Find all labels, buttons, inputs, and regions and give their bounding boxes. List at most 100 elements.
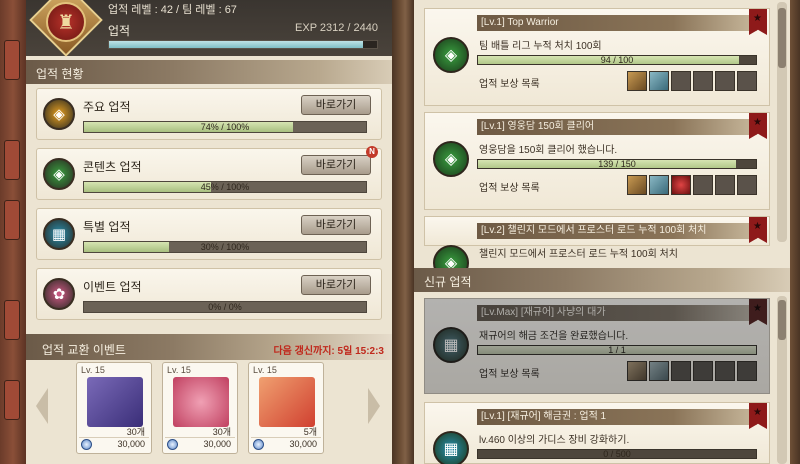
new-badge: N (366, 146, 378, 158)
scroll-thumb[interactable] (778, 8, 786, 68)
star-icon: ★ (753, 13, 762, 24)
achievement-card[interactable]: [Lv.Max] [재규어] 사냥의 대가 ★ ▦ 재규어의 해금 조건을 완료했습니… (424, 298, 770, 394)
goto-button[interactable]: 바로가기 (301, 215, 371, 235)
achievement-title: 업적 (108, 24, 131, 38)
window-frame-right (790, 0, 800, 464)
achievement-emblem-icon: ♜ (46, 2, 86, 42)
reward-slots (627, 175, 757, 195)
exp-bar (108, 40, 378, 49)
achievement-description: 챌린지 모드에서 프로스터 로드 누적 100회 처치 (479, 249, 678, 260)
bookmark-ribbon-icon[interactable]: ★ (749, 113, 767, 139)
item-price: 30,000 (203, 439, 231, 449)
achievement-card[interactable]: [Lv.1] [재규어] 해금권 : 업적 1 ★ ▦ lv.460 이상의 가디스 … (424, 402, 770, 464)
new-achievements-header: 신규 업적 (414, 268, 790, 292)
achievement-icon: ◈ (433, 141, 469, 177)
reward-slot[interactable] (649, 361, 669, 381)
reward-slot[interactable] (671, 175, 691, 195)
achievement-description: lv.460 이상의 가디스 장비 강화하기. (479, 435, 630, 446)
next-arrow-icon[interactable] (368, 388, 380, 424)
reward-slot[interactable] (627, 361, 647, 381)
price-bar: 30,000 (79, 437, 149, 451)
achievement-title: [Lv.1] Top Warrior (477, 15, 757, 31)
reward-list-label: 업적 보상 목록 (479, 183, 540, 194)
achievement-description: 영웅담을 150회 클리어 했습니다. (479, 145, 618, 156)
item-level: Lv. 15 (253, 365, 277, 375)
reward-slot[interactable] (649, 175, 669, 195)
exchange-title: 업적 교환 이벤트 (42, 343, 126, 357)
scroll-thumb[interactable] (778, 300, 786, 340)
goto-button[interactable]: 바로가기 (301, 95, 371, 115)
category-name: 이벤트 업적 (83, 280, 142, 294)
category-progress-text: 30% / 100% (200, 242, 250, 252)
exchange-item[interactable]: Lv. 15 30개 30,000 (162, 362, 238, 454)
ticket-icon (87, 377, 143, 427)
achievement-scrollbar[interactable] (777, 2, 787, 242)
achievement-icon: ◈ (433, 37, 469, 73)
reward-slot[interactable] (627, 71, 647, 91)
category-name: 콘텐츠 업적 (83, 160, 142, 174)
coin-icon (81, 439, 92, 450)
reward-slot[interactable] (627, 175, 647, 195)
achievement-title: [Lv.1] [재규어] 해금권 : 업적 1 (477, 409, 757, 425)
achievement-card[interactable]: [Lv.2] 챌린지 모드에서 프로스터 로드 누적 100회 처치 ★ ◈ 챌린지 … (424, 216, 770, 281)
exchange-item[interactable]: Lv. 15 30개 30,000 (76, 362, 152, 454)
goto-button[interactable]: 바로가기 (301, 155, 371, 175)
category-card: ▦ 특별 업적 바로가기 30% / 100% (36, 208, 382, 260)
item-price: 30,000 (117, 439, 145, 449)
reward-slot[interactable] (671, 361, 691, 381)
reward-slot[interactable] (715, 175, 735, 195)
new-scrollbar[interactable] (777, 296, 787, 464)
gift-icon: ▦ (43, 218, 75, 250)
reward-list-label: 업적 보상 목록 (479, 79, 540, 90)
category-name: 주요 업적 (83, 100, 131, 114)
reward-slot[interactable] (693, 361, 713, 381)
category-progress-text: 0% / 0% (208, 302, 242, 312)
panel-divider (392, 0, 414, 464)
reward-slot[interactable] (737, 175, 757, 195)
star-icon: ★ (753, 407, 762, 418)
achievement-title: [Lv.Max] [재규어] 사냥의 대가 (477, 305, 757, 321)
coin-icon (167, 439, 178, 450)
level-info: 업적 레벨 : 42 / 팀 레벨 : 67 (108, 4, 237, 16)
achievement-title: [Lv.1] 영웅담 150회 클리어 (477, 119, 757, 135)
reward-slot[interactable] (671, 71, 691, 91)
ribbon-icon: ✿ (43, 278, 75, 310)
item-level: Lv. 15 (167, 365, 191, 375)
bookmark-ribbon-icon[interactable]: ★ (749, 217, 767, 243)
refresh-timer: 다음 갱신까지: 5일 15:2:3 (273, 346, 384, 357)
exchange-header: 업적 교환 이벤트 다음 갱신까지: 5일 15:2:3 (26, 334, 392, 360)
price-bar: 30,000 (251, 437, 321, 451)
star-icon: ★ (753, 221, 762, 232)
reward-slot[interactable] (693, 175, 713, 195)
window-frame-left (0, 0, 26, 464)
achievement-progress-text: 94 / 100 (600, 55, 634, 65)
category-card: ✿ 이벤트 업적 바로가기 0% / 0% (36, 268, 382, 320)
prev-arrow-icon[interactable] (36, 388, 48, 424)
bookmark-ribbon-icon[interactable]: ★ (749, 299, 767, 325)
category-card: ◈ 주요 업적 바로가기 74% / 100% (36, 88, 382, 140)
frame-decoration (4, 140, 20, 180)
category-progress-text: 45% / 100% (200, 182, 250, 192)
exp-text: EXP 2312 / 2440 (295, 22, 378, 34)
reward-slots (627, 361, 757, 381)
item-level: Lv. 15 (81, 365, 105, 375)
bookmark-ribbon-icon[interactable]: ★ (749, 403, 767, 429)
achievement-card[interactable]: [Lv.1] 영웅담 150회 클리어 ★ ◈ 영웅담을 150회 클리어 했습니다.… (424, 112, 770, 210)
reward-slot[interactable] (715, 361, 735, 381)
achievement-card[interactable]: [Lv.1] Top Warrior ★ ◈ 팀 배틀 리그 누적 처치 100회 94… (424, 8, 770, 106)
profile-header: ♜ 업적 레벨 : 42 / 팀 레벨 : 67 업적 EXP 2312 / 2… (26, 0, 392, 57)
exchange-item[interactable]: Lv. 15 5개 30,000 (248, 362, 324, 454)
goto-button[interactable]: 바로가기 (301, 275, 371, 295)
reward-slot[interactable] (715, 71, 735, 91)
bookmark-ribbon-icon[interactable]: ★ (749, 9, 767, 35)
achievement-icon: ▦ (433, 327, 469, 363)
frame-decoration (4, 200, 20, 240)
reward-slot[interactable] (693, 71, 713, 91)
frame-decoration (4, 300, 20, 340)
star-icon: ★ (753, 117, 762, 128)
category-card: ◈ 콘텐츠 업적 바로가기 N 45% / 100% (36, 146, 382, 200)
achievement-description: 재규어의 해금 조건을 완료했습니다. (479, 331, 629, 342)
reward-slot[interactable] (737, 361, 757, 381)
reward-slot[interactable] (737, 71, 757, 91)
reward-slot[interactable] (649, 71, 669, 91)
